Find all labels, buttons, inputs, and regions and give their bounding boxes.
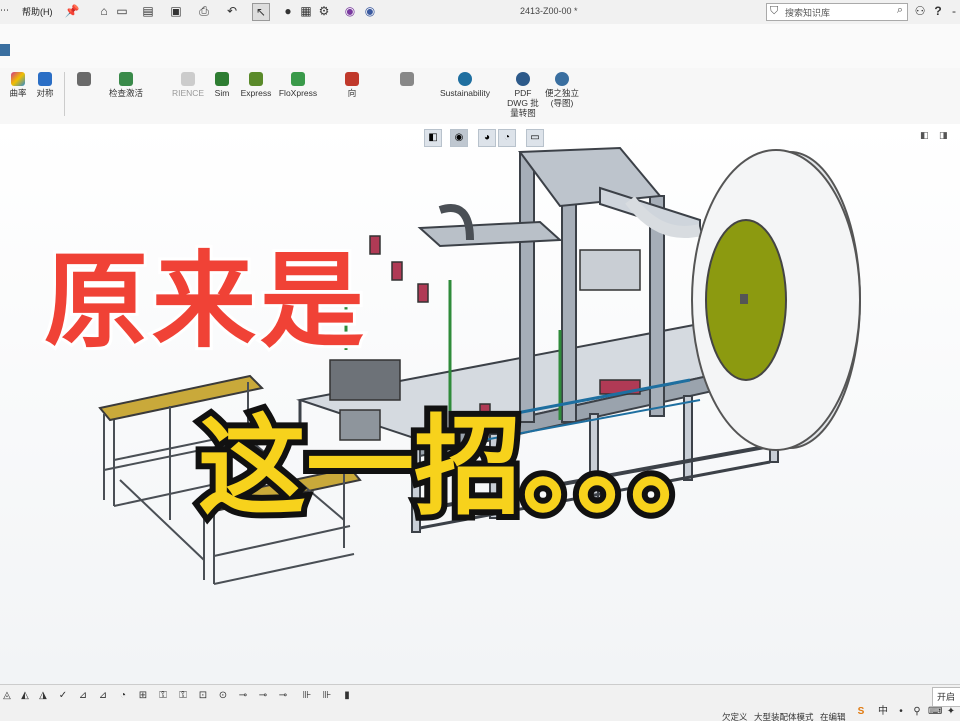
ribbon-curvature[interactable]: 曲率 [6,72,30,98]
tool-4-icon[interactable]: ✓ [56,689,70,703]
simulation-icon [215,72,229,86]
ime-keyboard-icon[interactable]: ⌨ [928,705,942,719]
ime-language-icon[interactable]: 中 [876,705,890,719]
simxpress-icon [249,72,263,86]
ime-voice-icon[interactable]: ⚲ [910,705,924,719]
tool-6-icon[interactable]: ⊿ [96,689,110,703]
overlay-caption-line2: 这一招。。。 [192,399,744,536]
undo-icon[interactable]: ↶ [224,3,240,19]
home-icon[interactable]: ⌂ [96,3,112,19]
ribbon-floxpress[interactable]: FloXpress [278,72,318,98]
ribbon-experience[interactable]: RIENCE [168,72,208,98]
ribbon-symmetry[interactable]: 对称 [32,72,58,98]
ime-punct-icon[interactable]: • [894,705,908,719]
3dexperience-icon[interactable]: ◉ [362,3,378,19]
search-knowledge-base[interactable]: ⛉ 搜索知识库 ⌕ [766,3,908,21]
pin-icon[interactable]: 📌 [64,3,80,19]
save-icon[interactable]: ▣ [168,3,184,19]
tool-16-icon[interactable]: ⊪ [300,689,314,703]
ribbon-direction[interactable]: 向 [340,72,364,98]
print-icon[interactable]: ⎙ [196,3,212,19]
knowledge-base-icon: ⛉ [770,5,779,17]
tool-3-icon[interactable]: ◮ [36,689,50,703]
ribbon-pdf-dwg[interactable]: PDF DWG 批量转图 [504,72,542,118]
overlay-caption-line1: 原来是 [41,237,369,365]
document-title: 2413-Z00-00 * [520,6,578,16]
tool-15-icon[interactable]: ⊸ [276,689,290,703]
ribbon-doc-check[interactable] [74,72,94,88]
status-underdefined: 欠定义 [722,712,748,722]
ribbon-costing[interactable] [396,72,418,88]
rebuild-icon[interactable]: ● [280,3,296,19]
addin-icon[interactable]: ◉ [342,3,358,19]
options-gear-icon[interactable]: ⚙ [316,3,332,19]
new-document-icon[interactable]: ▭ [114,3,130,19]
tool-17-icon[interactable]: ⊪ [320,689,334,703]
check-icon [119,72,133,86]
bottom-toolbar: ◬ ◭ ◮ ✓ ⊿ ⊿ ◔ ⊞ ⚿ ⚿ ⊡ ⊙ ⊸ ⊸ ⊸ ⊪ ⊪ ▮ 欠定义 … [0,684,960,722]
command-ribbon: 曲率 对称 检查激活 RIENCE Sim Express FloXpress … [0,68,960,125]
tool-2-icon[interactable]: ◭ [18,689,32,703]
status-large-assembly: 大型装配体模式 [754,712,814,722]
menu-help[interactable]: 帮助(H) [22,5,53,18]
select-pointer-icon[interactable]: ↖ [252,3,270,21]
command-manager-tabs [0,24,960,69]
tool-7-icon[interactable]: ◔ [116,689,130,703]
title-bar: ⋯ 帮助(H) 📌 ⌂ ▭ ▤ ▣ ⎙ ↶ ↖ ● ▦ ⚙ ◉ ◉ 2413-Z… [0,0,960,25]
open-folder-icon[interactable]: ▤ [140,3,156,19]
sougou-ime-icon[interactable]: S [854,705,868,719]
tool-11-icon[interactable]: ⊡ [196,689,210,703]
tool-9-icon[interactable]: ⚿ [156,689,170,703]
user-icon[interactable]: ⚇ [912,3,928,19]
menu-item-partial[interactable]: ⋯ [0,5,9,16]
search-input[interactable]: 搜索知识库 [785,6,830,19]
search-icon[interactable]: ⌕ [897,4,903,17]
tool-14-icon[interactable]: ⊸ [256,689,270,703]
ribbon-sustainability[interactable]: Sustainability [438,72,492,98]
experience-icon [181,72,195,86]
tool-1-icon[interactable]: ◬ [0,689,14,703]
curvature-icon [11,72,25,86]
tool-5-icon[interactable]: ⊿ [76,689,90,703]
direction-icon [345,72,359,86]
graphics-area[interactable]: ◧ ◉ ◕ ◔ ▭ ◧ ◨ 原来是 这一招。。。 [0,124,960,684]
tool-8-icon[interactable]: ⊞ [136,689,150,703]
file-properties-icon[interactable]: ▦ [298,3,314,19]
ribbon-simxpress[interactable]: Express [236,72,276,98]
floxpress-icon [291,72,305,86]
status-editing: 在编辑 [820,712,846,722]
tool-13-icon[interactable]: ⊸ [236,689,250,703]
help-icon[interactable]: ? [930,3,946,19]
panel-toggle-icon[interactable] [0,44,10,56]
tool-12-icon[interactable]: ⊙ [216,689,230,703]
export-icon [555,72,569,86]
ribbon-separator [64,72,65,116]
document-check-icon [77,72,91,86]
tool-18-icon[interactable]: ▮ [340,689,354,703]
costing-icon [400,72,414,86]
symmetry-icon [38,72,52,86]
ribbon-simulation[interactable]: Sim [210,72,234,98]
ribbon-check-activate[interactable]: 检查激活 [104,72,148,98]
tool-10-icon[interactable]: ⚿ [176,689,190,703]
ribbon-export[interactable]: 便之独立(导图) [544,72,580,108]
minimize-icon[interactable]: - [946,3,960,19]
sustainability-icon [458,72,472,86]
pdf-dwg-icon [516,72,530,86]
ime-skin-icon[interactable]: ✦ [944,705,958,719]
open-button[interactable]: 开启 [932,687,960,707]
